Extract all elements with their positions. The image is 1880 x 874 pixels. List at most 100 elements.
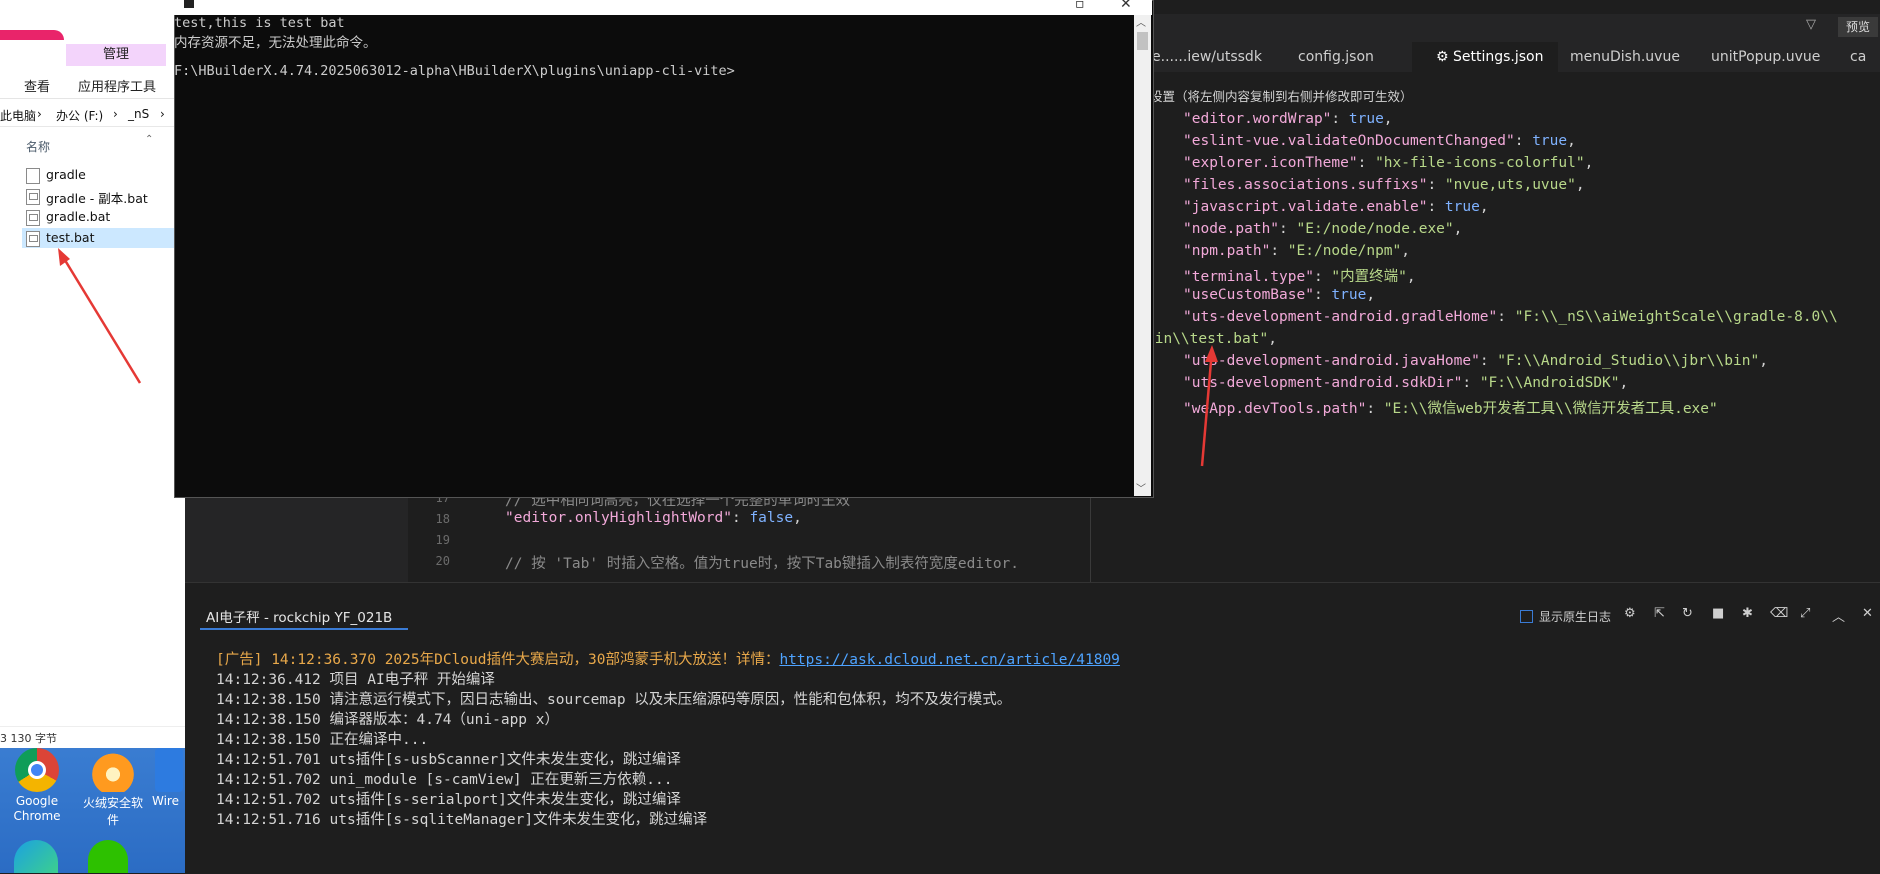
cmd-scrollbar[interactable] — [1134, 15, 1151, 496]
ribbon-tab-apptools[interactable]: 应用程序工具 — [78, 76, 168, 95]
file-item-selected[interactable]: test.bat — [22, 228, 185, 248]
console-message: uts插件[s-serialport]文件未发生变化，跳过编译 — [329, 792, 681, 808]
desktop-icon-huorong[interactable]: 火绒安全软件 — [78, 748, 148, 828]
console-link[interactable]: https://ask.dcloud.net.cn/article/41809 — [779, 652, 1119, 668]
column-name-label[interactable]: 名称 — [26, 138, 50, 155]
file-item[interactable]: gradle - 副本.bat — [22, 186, 185, 206]
code-line: // 按 'Tab' 时插入空格。值为true时，按下Tab键插入制表符宽度ed… — [505, 552, 1019, 573]
code-value: false — [749, 510, 794, 526]
tab-unitpopup[interactable]: unitPopup.uvue — [1711, 42, 1821, 72]
desktop-icon-chrome[interactable]: Google Chrome — [2, 748, 72, 824]
filter-icon[interactable]: ▽ — [1806, 17, 1816, 32]
line-end: , — [1401, 243, 1411, 259]
breadcrumb-item[interactable]: 此电脑 — [0, 107, 36, 124]
breadcrumb[interactable]: 此电脑 › 办公 (F:) › _nS › — [0, 104, 185, 127]
code-key: "editor.onlyHighlightWord" — [505, 510, 732, 526]
settings-key: "javascript.validate.enable" — [1183, 199, 1428, 215]
settings-key: "uts-development-android.javaHome" — [1183, 353, 1480, 369]
code-comment: // 按 'Tab' 时插入空格。值为true时，按下Tab键插入制表符宽度ed… — [505, 556, 1020, 572]
bug-icon[interactable]: ✱ — [1742, 606, 1753, 621]
close-icon[interactable]: ✕ — [1120, 0, 1132, 12]
clear-icon[interactable]: ⌫ — [1770, 606, 1788, 621]
file-item[interactable]: gradle — [22, 165, 185, 185]
colon: : — [1479, 353, 1498, 369]
preview-button[interactable]: 预览 — [1838, 17, 1878, 37]
wechat-icon[interactable] — [88, 840, 128, 873]
console-timestamp: 14:12:51.701 — [216, 752, 321, 768]
cmd-titlebar[interactable] — [174, 0, 1152, 15]
tab-config-json[interactable]: config.json — [1298, 42, 1398, 72]
line-number: 18 — [435, 512, 450, 526]
column-header[interactable]: 名称 ⌃ — [0, 134, 185, 158]
file-name: gradle — [46, 167, 86, 182]
breadcrumb-item[interactable]: 办公 (F:) — [56, 107, 103, 124]
file-item[interactable]: gradle.bat — [22, 207, 185, 227]
console-line: 14:12:36.412 项目 AI电子秤 开始编译 — [216, 668, 495, 689]
colon: : — [1427, 199, 1445, 215]
sort-up-icon: ⌃ — [145, 134, 154, 145]
editor-divider — [1090, 496, 1091, 582]
console-line: 14:12:51.702 uni_module [s-camView] 正在更新… — [216, 768, 672, 789]
cmd-scroll-thumb[interactable] — [1137, 32, 1148, 50]
show-native-log-checkbox[interactable] — [1520, 610, 1533, 623]
colon: : — [1514, 133, 1533, 149]
restart-icon[interactable]: ↻ — [1682, 606, 1693, 621]
minimize-icon[interactable]: ▫ — [1075, 0, 1085, 12]
console-message: 正在编译中... — [329, 732, 429, 748]
settings-value: "F:\\Android_Studio\\jbr\\bin" — [1497, 353, 1760, 369]
colon: : — [1497, 309, 1515, 325]
maximize-icon[interactable]: ⤢ — [1800, 606, 1810, 621]
console-message: 编译器版本：4.74（uni-app x） — [329, 712, 560, 728]
file-name: gradle - 副本.bat — [46, 191, 148, 206]
line-end: , — [1406, 269, 1416, 285]
tab-settings-json[interactable]: ⚙ Settings.json — [1412, 42, 1558, 72]
settings-line: "terminal.type": "内置终端", — [1183, 265, 1416, 286]
debug-icon[interactable]: ⚙ — [1624, 606, 1636, 621]
stop-icon[interactable]: ■ — [1712, 606, 1724, 621]
colon: : — [1313, 269, 1332, 285]
cmd-line: 内存资源不足，无法处理此命令。 — [174, 35, 377, 51]
breadcrumb-separator: › — [37, 107, 42, 121]
settings-value: "nvue,uts,uvue" — [1444, 177, 1576, 193]
chrome-icon — [15, 748, 59, 792]
close-panel-icon[interactable]: ✕ — [1862, 606, 1873, 621]
console-tab[interactable]: AI电子秤 - rockchip YF_021B — [206, 606, 392, 626]
console-timestamp: 14:12:38.150 — [216, 692, 321, 708]
editor-toolbar — [1152, 14, 1880, 42]
export-icon[interactable]: ⇱ — [1654, 606, 1665, 621]
tab-menudish[interactable]: menuDish.uvue — [1570, 42, 1680, 72]
desktop-icon-wire[interactable]: Wire — [152, 748, 185, 808]
settings-key: "uts-development-android.sdkDir" — [1183, 375, 1463, 391]
ribbon-tab-manage[interactable]: 管理 — [66, 44, 166, 66]
colon: : — [1313, 287, 1332, 303]
console-timestamp: 14:12:51.702 — [216, 772, 321, 788]
desktop-icon-label: Wire — [152, 794, 179, 808]
tab-ca[interactable]: ca — [1850, 42, 1880, 72]
line-end: , — [1479, 199, 1489, 215]
console-timestamp: 14:12:51.702 — [216, 792, 321, 808]
settings-key: "npm.path" — [1183, 243, 1271, 259]
ribbon-tab-view[interactable]: 查看 — [24, 76, 64, 95]
settings-line: "weApp.devTools.path": "E:\\微信web开发者工具\\… — [1183, 397, 1718, 418]
collapse-icon[interactable]: ︿ — [1832, 606, 1845, 625]
colon: : — [1279, 221, 1297, 237]
console-line: 14:12:51.701 uts插件[s-usbScanner]文件未发生变化，… — [216, 748, 681, 769]
scroll-down-icon[interactable]: ﹀ — [1136, 480, 1146, 495]
settings-value: "hx-file-icons-colorful" — [1375, 155, 1585, 171]
console-message: 请注意运行模式下，因日志输出、sourcemap 以及未压缩源码等原因，性能和包… — [329, 692, 1012, 708]
premium-label: Premium 15 — [60, 0, 139, 15]
console-line: 14:12:51.702 uts插件[s-serialport]文件未发生变化，… — [216, 788, 681, 809]
tab-utssdk[interactable]: e......iew/utssdk — [1152, 42, 1262, 72]
show-native-log-label[interactable]: 显示原生日志 — [1539, 608, 1611, 625]
breadcrumb-item[interactable]: _nS — [128, 107, 149, 121]
settings-line: bin\\test.bat", — [1146, 331, 1277, 347]
settings-key: "weApp.devTools.path" — [1183, 401, 1367, 417]
code-line: "editor.onlyHighlightWord": false, — [505, 510, 802, 526]
bat-file-icon — [26, 210, 40, 226]
scroll-up-icon[interactable]: ︿ — [1136, 14, 1146, 29]
cmd-line: test,this is test bat — [174, 15, 345, 31]
